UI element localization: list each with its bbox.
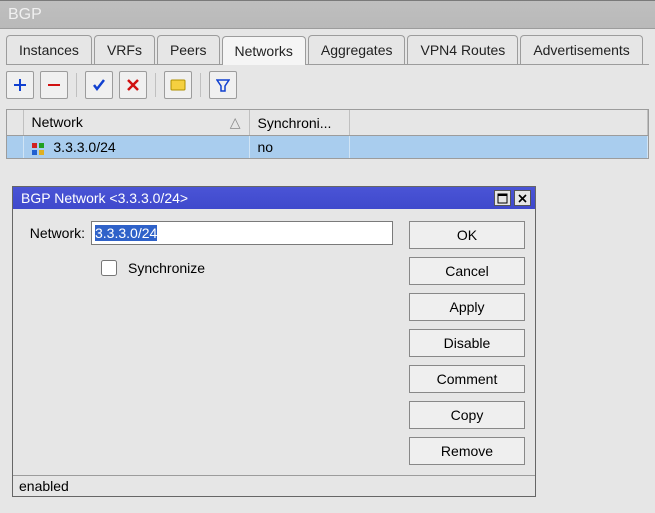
network-icon [32,142,44,154]
copy-button[interactable]: Copy [409,401,525,429]
close-icon [517,193,528,204]
remove-button[interactable] [40,71,68,99]
remove-button-dlg[interactable]: Remove [409,437,525,465]
dialog-close-button[interactable] [514,190,531,206]
enable-icon [92,78,106,92]
tab-networks[interactable]: Networks [222,36,306,65]
dialog-titlebar[interactable]: BGP Network <3.3.3.0/24> [13,187,535,209]
bgp-window: BGP Instances VRFs Peers Networks Aggreg… [0,0,655,513]
apply-button[interactable]: Apply [409,293,525,321]
dialog-title: BGP Network <3.3.3.0/24> [21,190,494,206]
disable-icon [126,78,140,92]
synchronize-label: Synchronize [128,260,205,276]
cell-network: 3.3.3.0/24 [23,136,249,159]
main-titlebar: BGP [0,1,655,29]
dialog-form: Network: 3.3.3.0/24 Synchronize [23,221,393,465]
comment-button-dlg[interactable]: Comment [409,365,525,393]
tab-peers[interactable]: Peers [157,35,220,64]
sort-indicator-icon: △ [230,114,241,131]
add-icon [13,78,27,92]
minimize-icon [497,193,508,204]
dialog-buttons: OK Cancel Apply Disable Comment Copy Rem… [409,221,525,465]
comment-button[interactable] [164,71,192,99]
dialog-status: enabled [13,475,535,496]
tab-strip: Instances VRFs Peers Networks Aggregates… [0,29,655,64]
col-network[interactable]: Network △ [23,110,249,136]
dialog-minimize-button[interactable] [494,190,511,206]
tab-aggregates[interactable]: Aggregates [308,35,406,64]
table-header: Network △ Synchroni... [7,110,648,136]
add-button[interactable] [6,71,34,99]
ok-button[interactable]: OK [409,221,525,249]
filter-button[interactable] [209,71,237,99]
table-row[interactable]: 3.3.3.0/24 no [7,136,648,159]
network-label: Network: [23,225,91,241]
disable-button[interactable] [119,71,147,99]
filter-icon [216,78,230,92]
bgp-network-dialog: BGP Network <3.3.3.0/24> Network: 3.3.3.… [12,186,536,497]
tab-instances[interactable]: Instances [6,35,92,64]
disable-button-dlg[interactable]: Disable [409,329,525,357]
col-synchronize[interactable]: Synchroni... [249,110,349,136]
synchronize-checkbox[interactable] [101,260,117,276]
tab-advertisements[interactable]: Advertisements [520,35,642,64]
tab-vrfs[interactable]: VRFs [94,35,155,64]
networks-table: Network △ Synchroni... 3. [6,109,649,159]
network-input[interactable]: 3.3.3.0/24 [91,221,393,245]
toolbar [0,65,655,105]
comment-icon [170,78,186,92]
enable-button[interactable] [85,71,113,99]
cell-sync: no [249,136,349,159]
tab-vpn4-routes[interactable]: VPN4 Routes [407,35,518,64]
window-title: BGP [8,6,42,24]
remove-icon [47,78,61,92]
cancel-button[interactable]: Cancel [409,257,525,285]
